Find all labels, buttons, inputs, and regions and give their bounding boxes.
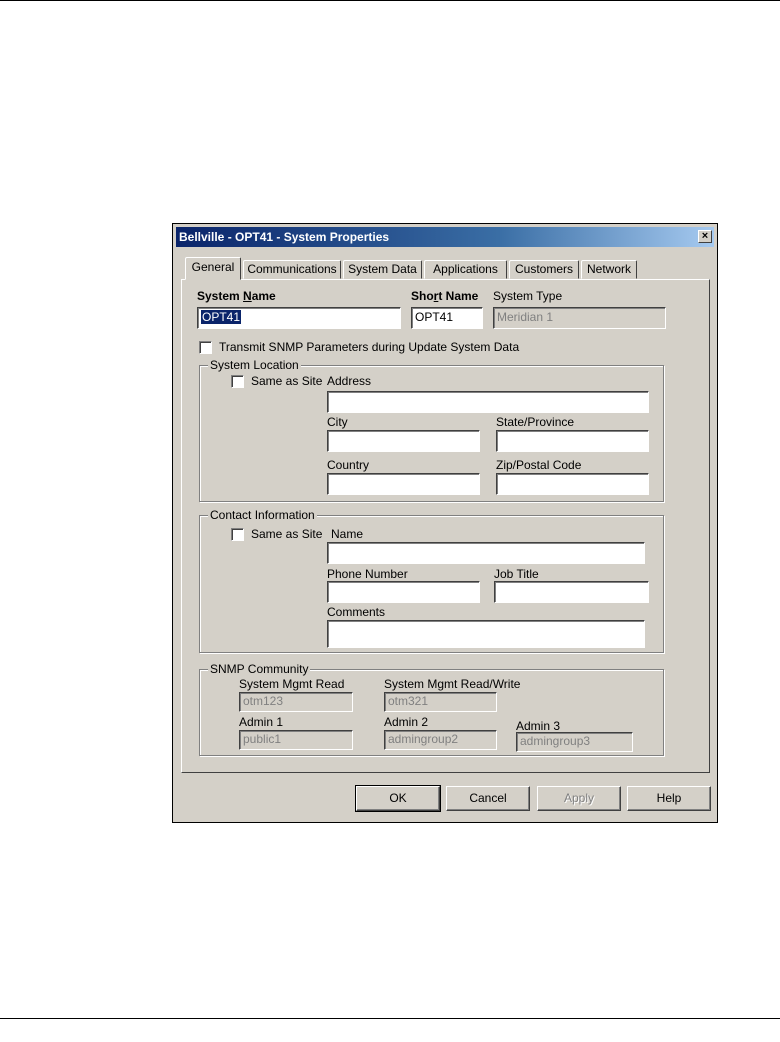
comments-input[interactable] — [327, 620, 645, 648]
close-icon: × — [701, 230, 709, 242]
help-button[interactable]: Help — [627, 786, 711, 811]
contact-name-label: Name — [331, 527, 364, 541]
system-name-label: System Name — [197, 289, 276, 303]
phone-number-input[interactable] — [327, 581, 480, 603]
address-input[interactable] — [327, 391, 649, 413]
tab-general[interactable]: General — [185, 257, 241, 280]
dialog-title: Bellville - OPT41 - System Properties — [179, 230, 390, 244]
admin2-label: Admin 2 — [384, 715, 429, 729]
close-button[interactable]: × — [698, 230, 712, 243]
admin2-field: admingroup2 — [384, 730, 497, 750]
contact-same-as-site-checkbox[interactable] — [231, 528, 244, 541]
tab-applications[interactable]: Applications — [424, 260, 507, 279]
transmit-snmp-label: Transmit SNMP Parameters during Update S… — [219, 340, 520, 354]
snmp-community-legend: SNMP Community — [208, 662, 311, 676]
contact-name-input[interactable] — [327, 542, 645, 564]
system-name-input[interactable]: OPT41 — [197, 307, 401, 329]
system-properties-dialog: Bellville - OPT41 - System Properties × … — [172, 223, 718, 823]
bottom-page-rule — [0, 1018, 780, 1019]
admin1-field: public1 — [239, 730, 353, 750]
transmit-snmp-checkbox[interactable] — [199, 341, 212, 354]
country-input[interactable] — [327, 473, 480, 495]
tab-customers[interactable]: Customers — [509, 260, 579, 279]
zip-postal-code-label: Zip/Postal Code — [496, 458, 582, 472]
admin3-label: Admin 3 — [516, 719, 561, 733]
ok-button[interactable]: OK — [355, 785, 441, 812]
contact-same-as-site-label: Same as Site — [251, 527, 323, 541]
short-name-input[interactable]: OPT41 — [411, 307, 483, 329]
city-input[interactable] — [327, 430, 480, 452]
job-title-label: Job Title — [494, 567, 539, 581]
country-label: Country — [327, 458, 370, 472]
location-same-as-site-checkbox[interactable] — [231, 375, 244, 388]
system-location-legend: System Location — [208, 358, 301, 372]
apply-button[interactable]: Apply — [537, 786, 621, 811]
state-province-label: State/Province — [496, 415, 575, 429]
state-province-input[interactable] — [496, 430, 649, 452]
contact-information-legend: Contact Information — [208, 508, 317, 522]
system-mgmt-read-field: otm123 — [239, 692, 353, 712]
dialog-titlebar[interactable]: Bellville - OPT41 - System Properties × — [176, 227, 714, 247]
tab-communications[interactable]: Communications — [243, 260, 341, 279]
tab-system-data[interactable]: System Data — [343, 260, 422, 279]
zip-postal-code-input[interactable] — [496, 473, 649, 495]
phone-number-label: Phone Number — [327, 567, 408, 581]
system-type-field: Meridian 1 — [493, 307, 666, 329]
comments-label: Comments — [327, 605, 386, 619]
address-label: Address — [327, 374, 372, 388]
location-same-as-site-label: Same as Site — [251, 374, 323, 388]
top-page-rule — [0, 0, 780, 1]
system-mgmt-read-label: System Mgmt Read — [239, 677, 345, 691]
job-title-input[interactable] — [494, 581, 649, 603]
system-mgmt-readwrite-label: System Mgmt Read/Write — [384, 677, 521, 691]
system-type-label: System Type — [493, 289, 563, 303]
tab-network[interactable]: Network — [581, 260, 637, 279]
short-name-label: Short Name — [411, 289, 479, 303]
cancel-button[interactable]: Cancel — [446, 786, 530, 811]
system-mgmt-readwrite-field: otm321 — [384, 692, 497, 712]
admin3-field: admingroup3 — [516, 732, 633, 752]
admin1-label: Admin 1 — [239, 715, 284, 729]
city-label: City — [327, 415, 348, 429]
